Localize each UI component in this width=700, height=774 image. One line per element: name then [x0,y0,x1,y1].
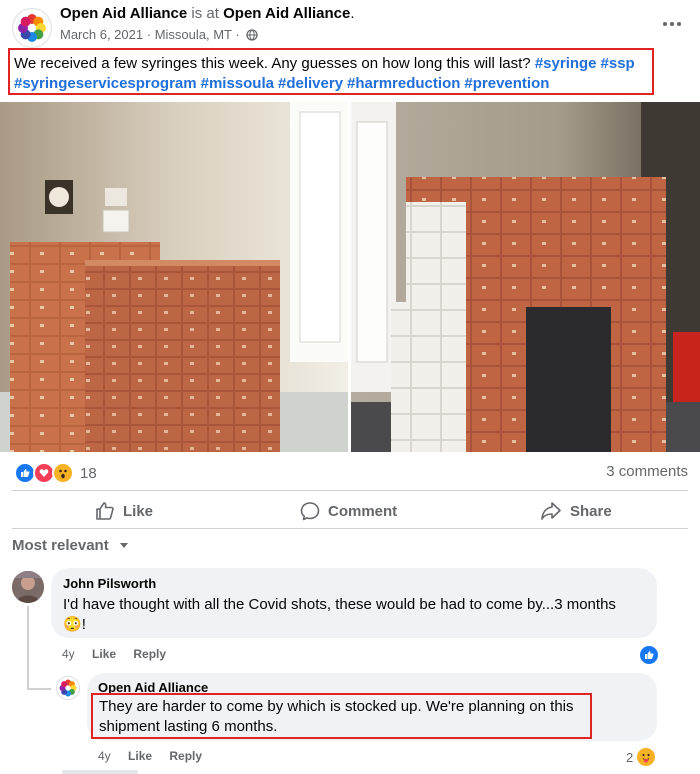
thumbs-up-icon [96,502,114,520]
share-button[interactable]: Share [540,498,612,524]
comment-bubble: John Pilsworth I'd have thought with all… [51,568,657,638]
reply-reply-link[interactable]: Reply [169,749,202,763]
reaction-summary[interactable]: 18 [14,462,97,484]
sort-label: Most relevant [12,537,109,554]
chevron-down-icon [119,543,128,548]
author-avatar[interactable] [12,8,52,48]
reply-meta: 4y Like Reply [98,749,216,763]
meta-separator: · [146,27,152,42]
hashtag[interactable]: #ssp [601,55,635,72]
scroll-hint [62,770,138,774]
globe-icon[interactable] [246,29,259,41]
post-author-line: Open Aid Alliance is at Open Aid Allianc… [60,4,355,24]
reaction-count: 18 [80,464,97,482]
author-line-period: . [350,5,355,22]
reply-age[interactable]: 4y [98,749,111,763]
meta-separator: · [235,27,240,42]
post-text-highlight: We received a few syringes this week. An… [8,48,654,95]
open-aid-alliance-logo [18,14,46,42]
post-date[interactable]: March 6, 2021 [60,27,143,42]
hashtag[interactable]: #syringe [535,55,597,72]
post-photo-1[interactable] [0,102,348,452]
reply-text: They are harder to come by which is stoc… [99,698,574,735]
reply-author-avatar[interactable] [56,676,80,700]
comment-age[interactable]: 4y [62,647,75,661]
care-icon [635,746,658,768]
hashtag[interactable]: #delivery [278,75,343,92]
comment-text: I'd have thought with all the Covid shot… [63,595,645,635]
more-horizontal-icon [663,22,681,26]
post-photo-2[interactable] [351,102,700,452]
comment-sort-dropdown[interactable]: Most relevant [12,537,129,554]
is-at-text: is at [191,5,219,22]
open-aid-alliance-logo [59,679,77,697]
share-arrow-icon [541,502,561,520]
reply-reactions[interactable]: 2 [626,746,658,768]
profile-photo [12,571,44,603]
comment-bubble-icon [300,502,320,521]
comments-count[interactable]: 3 comments [606,463,688,480]
thread-line [27,688,51,690]
comment-meta: 4y Like Reply [62,647,180,661]
commenter-avatar[interactable] [12,571,44,603]
hashtag[interactable]: #syringeservicesprogram [14,75,197,92]
comment-button[interactable]: Comment [300,498,397,524]
post-author-name[interactable]: Open Aid Alliance [60,5,187,22]
comment-reply-link[interactable]: Reply [133,647,166,661]
reply-reaction-count: 2 [626,749,634,765]
more-options-button[interactable] [662,10,682,33]
like-icon[interactable] [638,644,660,666]
divider [12,528,688,529]
comment-tail: ! [81,616,86,633]
comment-author[interactable]: John Pilsworth [63,576,645,591]
comment-like-link[interactable]: Like [92,647,116,661]
comment-body: I'd have thought with all the Covid shot… [63,596,616,613]
post-meta: March 6, 2021 · Missoula, MT · [60,26,259,44]
post-place[interactable]: Missoula, MT [155,27,232,42]
flushed-emoji-icon: 😳 [63,616,82,633]
hashtag[interactable]: #missoula [201,75,274,92]
like-button[interactable]: Like [95,498,153,524]
hashtag[interactable]: #prevention [464,75,549,92]
reply-text-highlight: They are harder to come by which is stoc… [91,693,592,739]
comment-label: Comment [328,502,398,520]
share-label: Share [570,502,612,520]
like-label: Like [123,502,154,520]
location-page-link[interactable]: Open Aid Alliance [223,5,350,22]
divider [12,490,688,491]
thread-line [27,606,29,688]
post-text: We received a few syringes this week. An… [14,55,531,72]
reply-like-link[interactable]: Like [128,749,152,763]
hashtag[interactable]: #harmreduction [347,75,460,92]
wow-icon [52,462,74,484]
